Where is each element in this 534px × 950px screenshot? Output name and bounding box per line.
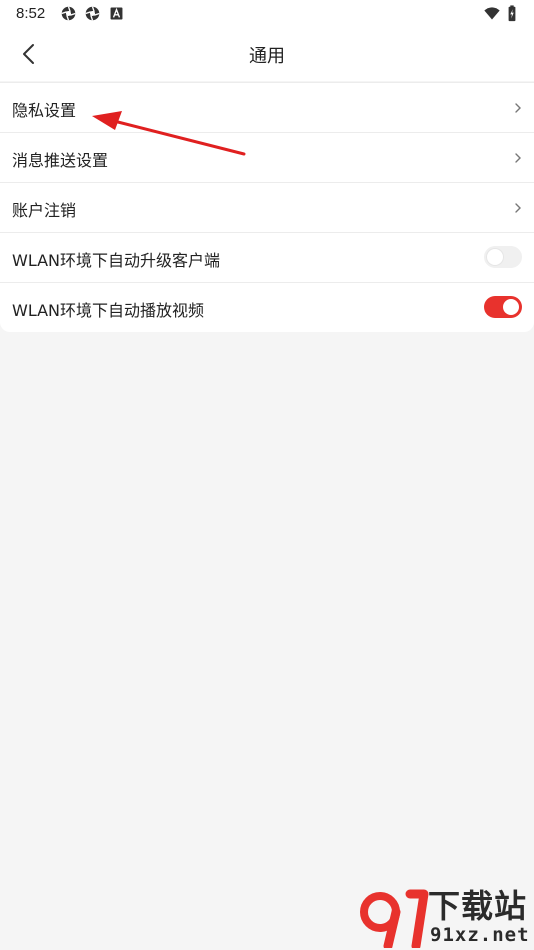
settings-item-push-notifications[interactable]: 消息推送设置 [0, 133, 534, 183]
chevron-right-icon [515, 103, 521, 113]
font-a-icon [110, 7, 123, 20]
watermark-domain: 91xz.net [430, 924, 530, 946]
chevron-right-icon [515, 153, 521, 163]
chevron-right-icon [515, 203, 521, 213]
status-bar: 8:52 [0, 0, 534, 28]
settings-item-label: 账户注销 [12, 201, 77, 220]
wlan-auto-update-toggle[interactable] [484, 246, 522, 268]
settings-item-label: WLAN环境下自动播放视频 [12, 301, 205, 320]
status-time: 8:52 [16, 5, 46, 22]
watermark-title: 下载站 [428, 887, 528, 925]
settings-item-label: 隐私设置 [12, 101, 77, 120]
settings-item-label: WLAN环境下自动升级客户端 [12, 251, 221, 270]
wifi-icon [484, 7, 500, 20]
battery-charging-icon [508, 5, 516, 22]
settings-item-privacy[interactable]: 隐私设置 [0, 83, 534, 133]
toggle-knob [487, 249, 503, 265]
settings-list: 隐私设置 消息推送设置 账户注销 WLAN环境下自动升级客户端 WLAN环境下自… [0, 82, 534, 332]
settings-item-wlan-autoplay-video: WLAN环境下自动播放视频 [0, 283, 534, 332]
wlan-autoplay-video-toggle[interactable] [484, 296, 522, 318]
aperture-icon [61, 6, 76, 21]
aperture-icon [85, 6, 100, 21]
title-bar: 通用 [0, 28, 534, 81]
watermark: 下载站 91xz.net [358, 888, 530, 948]
page-title: 通用 [249, 46, 285, 67]
watermark-logo-icon [360, 889, 429, 948]
settings-item-wlan-auto-update: WLAN环境下自动升级客户端 [0, 233, 534, 283]
toggle-knob [503, 299, 519, 315]
settings-item-account-deletion[interactable]: 账户注销 [0, 183, 534, 233]
settings-item-label: 消息推送设置 [12, 151, 109, 170]
